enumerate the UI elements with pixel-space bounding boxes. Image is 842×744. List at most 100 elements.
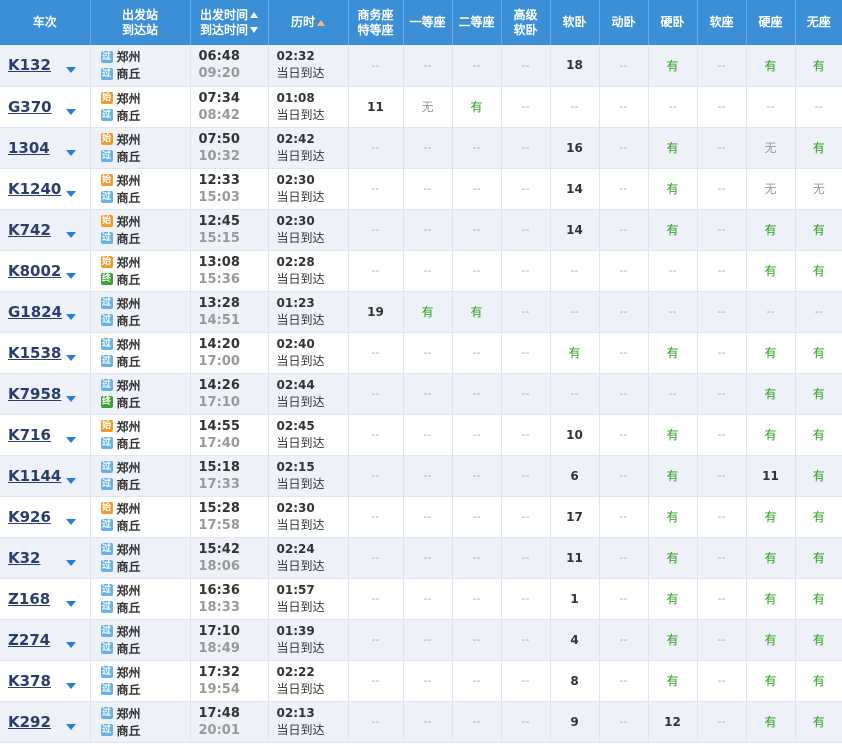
train-cell: K1240 <box>0 168 91 210</box>
seat-availability-cell: -- <box>697 291 747 333</box>
to-station-name[interactable]: 商丘 <box>117 599 141 616</box>
expand-stops-icon[interactable] <box>66 723 76 730</box>
expand-stops-icon[interactable] <box>66 436 76 443</box>
to-station-name[interactable]: 商丘 <box>117 353 141 370</box>
train-number-link[interactable]: G370 <box>8 98 52 116</box>
expand-stops-icon[interactable] <box>66 190 76 197</box>
expand-stops-icon[interactable] <box>66 600 76 607</box>
departure-time: 13:08 <box>198 254 240 270</box>
from-station-name[interactable]: 郑州 <box>117 295 141 312</box>
sort-dep-time[interactable]: 出发时间 <box>191 8 268 23</box>
to-station-name[interactable]: 商丘 <box>117 476 141 493</box>
expand-stops-icon[interactable] <box>66 272 76 279</box>
sort-arr-time[interactable]: 到达时间 <box>191 23 268 38</box>
expand-stops-icon[interactable] <box>66 477 76 484</box>
sort-duration[interactable]: 历时 <box>268 0 349 45</box>
to-station-name[interactable]: 商丘 <box>117 189 141 206</box>
expand-stops-icon[interactable] <box>66 641 76 648</box>
train-number-link[interactable]: K926 <box>8 508 51 526</box>
seat-availability-cell: -- <box>648 291 698 333</box>
from-station-name[interactable]: 郑州 <box>117 664 141 681</box>
from-station-name[interactable]: 郑州 <box>117 336 141 353</box>
from-station-name[interactable]: 郑州 <box>117 172 141 189</box>
train-number-link[interactable]: Z168 <box>8 590 50 608</box>
to-station-name[interactable]: 商丘 <box>117 640 141 657</box>
expand-stops-icon[interactable] <box>66 67 76 73</box>
train-number-link[interactable]: K1240 <box>8 180 61 198</box>
expand-stops-icon[interactable] <box>66 313 76 320</box>
from-station-name[interactable]: 郑州 <box>117 48 141 65</box>
expand-stops-icon[interactable] <box>66 559 76 566</box>
arrival-time: 17:10 <box>198 394 240 410</box>
from-station-name[interactable]: 郑州 <box>117 623 141 640</box>
seat-availability-cell: 有 <box>795 578 842 620</box>
arrival-time: 10:32 <box>198 148 240 164</box>
to-station-name[interactable]: 商丘 <box>117 271 141 288</box>
seat-availability-cell: -- <box>697 619 747 661</box>
from-station-name[interactable]: 郑州 <box>117 459 141 476</box>
from-station-name[interactable]: 郑州 <box>117 213 141 230</box>
train-cell: K292 <box>0 701 91 743</box>
to-station-name[interactable]: 商丘 <box>117 722 141 739</box>
from-station-name[interactable]: 郑州 <box>117 500 141 517</box>
train-number-link[interactable]: G1824 <box>8 303 62 321</box>
expand-stops-icon[interactable] <box>66 149 76 156</box>
stations-cell: 过郑州终商丘 <box>90 373 191 415</box>
header-rz-label: 软座 <box>709 15 734 29</box>
from-station-name[interactable]: 郑州 <box>117 705 141 722</box>
to-station-name[interactable]: 商丘 <box>117 65 141 82</box>
seat-availability-cell: -- <box>697 127 747 169</box>
train-number-link[interactable]: K132 <box>8 56 51 74</box>
header-ydz-label: 一等座 <box>409 15 446 29</box>
seat-availability-cell: -- <box>452 250 502 292</box>
to-station-name[interactable]: 商丘 <box>117 148 141 165</box>
to-station-name[interactable]: 商丘 <box>117 517 141 534</box>
seat-availability-cell: 6 <box>550 455 600 497</box>
to-station-name[interactable]: 商丘 <box>117 312 141 329</box>
train-number-link[interactable]: K716 <box>8 426 51 444</box>
train-number-link[interactable]: K378 <box>8 672 51 690</box>
train-number-link[interactable]: K32 <box>8 549 41 567</box>
to-station-name[interactable]: 商丘 <box>117 435 141 452</box>
train-number-link[interactable]: K1144 <box>8 467 61 485</box>
arrival-time: 19:54 <box>198 681 240 697</box>
from-station-name[interactable]: 郑州 <box>117 254 141 271</box>
train-number-link[interactable]: Z274 <box>8 631 50 649</box>
expand-stops-icon[interactable] <box>66 682 76 689</box>
seat-availability-cell: 有 <box>746 373 796 415</box>
expand-stops-icon[interactable] <box>66 231 76 238</box>
seat-availability-cell: -- <box>348 537 404 579</box>
to-station-name[interactable]: 商丘 <box>117 107 141 124</box>
from-station-name[interactable]: 郑州 <box>117 418 141 435</box>
pass-badge-icon: 过 <box>100 232 113 244</box>
seat-availability-cell: -- <box>452 537 502 579</box>
header-yw: 硬卧 <box>648 0 698 45</box>
expand-stops-icon[interactable] <box>66 354 76 361</box>
train-number-link[interactable]: K292 <box>8 713 51 731</box>
from-station-name[interactable]: 郑州 <box>117 582 141 599</box>
to-station-name[interactable]: 商丘 <box>117 558 141 575</box>
table-row: K716 始郑州过商丘 14:55 17:40 02:45 当日到达 -- -- -- -- 10-… <box>0 414 842 456</box>
from-station-name[interactable]: 郑州 <box>117 377 141 394</box>
seat-availability-cell: 有 <box>452 86 502 128</box>
seat-availability-cell: -- <box>452 660 502 702</box>
train-number-link[interactable]: K742 <box>8 221 51 239</box>
pass-badge-icon: 过 <box>100 543 113 555</box>
expand-stops-icon[interactable] <box>66 108 76 115</box>
from-station: 过郑州 <box>100 295 190 312</box>
from-station-name[interactable]: 郑州 <box>117 131 141 148</box>
seat-availability-cell: 有 <box>746 332 796 374</box>
train-number-link[interactable]: K8002 <box>8 262 61 280</box>
expand-stops-icon[interactable] <box>66 395 76 402</box>
to-station-name[interactable]: 商丘 <box>117 394 141 411</box>
train-number-link[interactable]: 1304 <box>8 139 50 157</box>
from-station-name[interactable]: 郑州 <box>117 90 141 107</box>
train-number-link[interactable]: K1538 <box>8 344 61 362</box>
to-station-name[interactable]: 商丘 <box>117 230 141 247</box>
train-number-link[interactable]: K7958 <box>8 385 61 403</box>
seat-availability-cell: 有 <box>648 168 698 210</box>
seat-availability-cell: -- <box>599 414 649 456</box>
to-station-name[interactable]: 商丘 <box>117 681 141 698</box>
expand-stops-icon[interactable] <box>66 518 76 525</box>
from-station-name[interactable]: 郑州 <box>117 541 141 558</box>
